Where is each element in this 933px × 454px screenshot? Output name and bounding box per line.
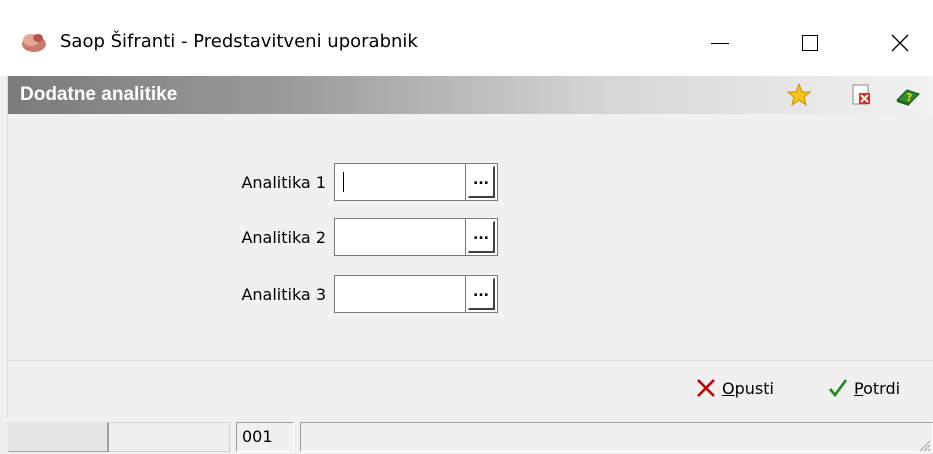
field-label-analitika-2: Analitika 2	[241, 228, 326, 247]
maximize-icon	[802, 35, 818, 51]
status-cell-1	[8, 422, 108, 452]
field-row-analitika-1: Analitika 1 ...	[0, 163, 933, 203]
analitika-1-input[interactable]	[334, 163, 465, 201]
browse-label: ...	[468, 221, 495, 253]
field-label-analitika-1: Analitika 1	[241, 173, 326, 192]
window-title-bar: Saop Šifranti - Predstavitveni uporabnik	[0, 0, 933, 76]
status-bar: 001	[0, 418, 933, 454]
status-cell-4	[300, 422, 933, 452]
checkmark-icon	[829, 379, 848, 398]
analitika-2-browse-button[interactable]: ...	[465, 218, 498, 256]
close-button[interactable]	[870, 18, 930, 68]
minimize-button[interactable]	[690, 18, 750, 68]
app-icon	[20, 30, 48, 54]
delete-icon[interactable]	[848, 82, 874, 108]
field-label-analitika-3: Analitika 3	[241, 285, 326, 304]
minimize-icon	[711, 42, 729, 44]
browse-label: ...	[468, 278, 495, 310]
text-caret	[343, 172, 344, 192]
cancel-button[interactable]: Opusti	[696, 368, 774, 408]
window-left-edge	[0, 76, 8, 454]
analitika-3-input[interactable]	[334, 275, 465, 313]
close-icon	[891, 34, 909, 52]
section-header: Dodatne analitike ?	[8, 76, 933, 114]
star-icon[interactable]	[786, 82, 812, 108]
maximize-button[interactable]	[780, 18, 840, 68]
cancel-label: Opusti	[722, 378, 774, 398]
confirm-button[interactable]: Potrdi	[828, 368, 900, 408]
help-book-icon[interactable]: ?	[895, 82, 921, 108]
analitika-3-browse-button[interactable]: ...	[465, 275, 498, 313]
svg-text:?: ?	[906, 91, 912, 104]
window-title: Saop Šifranti - Predstavitveni uporabnik	[60, 31, 418, 52]
resize-grip-icon[interactable]	[917, 438, 931, 452]
field-row-analitika-2: Analitika 2 ...	[0, 218, 933, 258]
analitika-2-input[interactable]	[334, 218, 465, 256]
field-row-analitika-3: Analitika 3 ...	[0, 275, 933, 315]
status-cell-record: 001	[236, 422, 294, 452]
analitika-1-browse-button[interactable]: ...	[465, 163, 498, 201]
section-title: Dodatne analitike	[20, 84, 178, 105]
cancel-x-icon	[697, 379, 715, 397]
confirm-label: Potrdi	[854, 378, 901, 398]
browse-label: ...	[468, 166, 495, 198]
divider	[8, 360, 933, 361]
status-cell-2	[108, 422, 230, 452]
